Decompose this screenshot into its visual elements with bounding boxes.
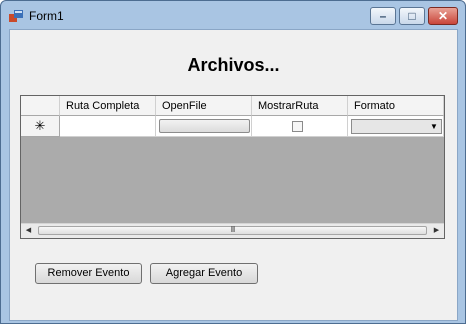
scrollbar-thumb[interactable]: III	[38, 225, 427, 235]
close-icon: ✕	[437, 9, 449, 23]
column-header-formato[interactable]: Formato	[348, 96, 444, 116]
horizontal-scrollbar[interactable]: ◀ III ▶	[21, 223, 444, 238]
add-event-button[interactable]: Agregar Evento	[150, 263, 258, 284]
chevron-down-icon[interactable]: ▼	[427, 120, 441, 133]
files-data-grid[interactable]: Ruta Completa OpenFile MostrarRuta Forma…	[20, 95, 445, 239]
column-header-ruta-completa[interactable]: Ruta Completa	[60, 96, 156, 116]
window-title: Form1	[29, 9, 64, 23]
formato-cell: ▼	[348, 116, 444, 137]
scroll-right-icon[interactable]: ▶	[429, 224, 444, 238]
openfile-cell	[156, 116, 252, 137]
column-header-mostrarruta[interactable]: MostrarRuta	[252, 96, 348, 116]
minimize-icon: –	[379, 9, 387, 23]
mostrarruta-checkbox[interactable]	[292, 121, 303, 132]
minimize-button[interactable]: –	[370, 7, 396, 25]
close-button[interactable]: ✕	[428, 7, 458, 25]
row-header-corner	[21, 96, 60, 116]
app-form-icon	[9, 10, 23, 22]
page-title: Archivos...	[187, 55, 280, 75]
remove-event-button[interactable]: Remover Evento	[35, 263, 142, 284]
mostrarruta-cell	[252, 116, 348, 137]
title-bar[interactable]: Form1 – □ ✕	[1, 1, 465, 29]
maximize-button[interactable]: □	[399, 7, 425, 25]
form-client-area: Archivos... Ruta Completa OpenFile Mostr…	[9, 29, 458, 321]
maximize-icon: □	[408, 9, 416, 23]
new-row-marker-icon[interactable]: ✳	[21, 116, 60, 137]
ruta-completa-cell[interactable]	[60, 116, 156, 137]
column-header-openfile[interactable]: OpenFile	[156, 96, 252, 116]
form1-window: Form1 – □ ✕ Archivos... Ruta Completa Op…	[0, 0, 466, 324]
openfile-button[interactable]	[159, 119, 250, 133]
scroll-left-icon[interactable]: ◀	[21, 224, 36, 238]
formato-combobox[interactable]: ▼	[351, 119, 442, 134]
scrollbar-grip: III	[230, 225, 236, 234]
